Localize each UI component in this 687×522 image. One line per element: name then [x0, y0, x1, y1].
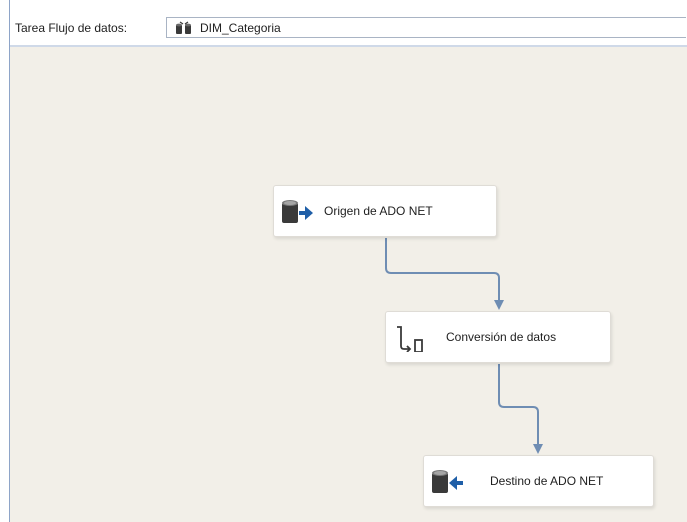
connector-arrowhead-1 [494, 300, 504, 310]
ado-net-source-component[interactable]: Origen de ADO NET [273, 185, 497, 237]
ado-net-destination-component[interactable]: Destino de ADO NET [423, 455, 654, 507]
data-flow-designer: Tarea Flujo de datos: DIM_Categoria Orig… [9, 0, 687, 522]
data-conversion-component[interactable]: Conversión de datos [385, 311, 611, 363]
data-flow-connectors [385, 238, 543, 454]
ado-net-source-icon [282, 200, 313, 223]
ado-net-destination-label: Destino de ADO NET [490, 474, 604, 488]
data-conversion-icon [397, 326, 423, 352]
connector-source-to-conversion[interactable] [385, 238, 500, 302]
connector-arrowhead-2 [533, 444, 543, 454]
ado-net-source-label: Origen de ADO NET [324, 204, 433, 218]
data-conversion-label: Conversión de datos [446, 330, 557, 344]
ado-net-destination-icon [432, 470, 463, 493]
connector-conversion-to-destination[interactable] [498, 364, 539, 446]
